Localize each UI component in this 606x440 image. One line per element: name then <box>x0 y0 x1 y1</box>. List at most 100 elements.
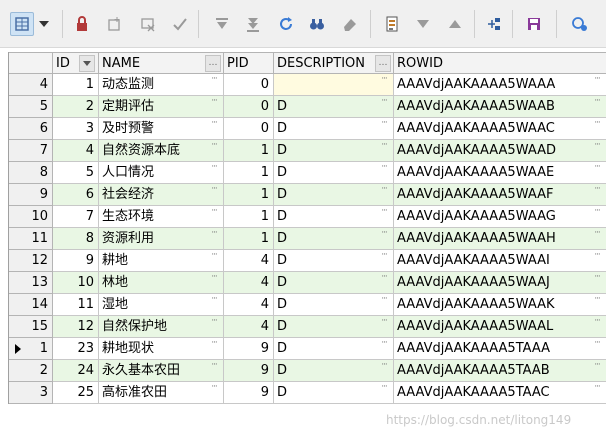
cell-name[interactable]: 高标准农田 ··· <box>99 382 224 404</box>
cell-rowid[interactable]: AAAVdjAAKAAAA5TAAC ··· <box>394 382 606 404</box>
table-row[interactable]: 5 2 定期评估 ··· 0 D ··· AAAVdjAAKAAAA5WAAB ··· <box>9 96 606 118</box>
cell-edit-button[interactable]: ··· <box>377 295 391 305</box>
cell-name[interactable]: 耕地 ··· <box>99 250 224 272</box>
cell-edit-button[interactable]: ··· <box>377 97 391 107</box>
cell-edit-button[interactable]: ··· <box>590 75 604 85</box>
cell-edit-button[interactable]: ··· <box>590 339 604 349</box>
row-number[interactable]: 9 <box>9 184 53 206</box>
cell-edit-button[interactable]: ··· <box>377 185 391 195</box>
cell-edit-button[interactable]: ··· <box>377 383 391 393</box>
cell-description[interactable]: D ··· <box>274 338 394 360</box>
cell-name[interactable]: 资源利用 ··· <box>99 228 224 250</box>
row-number[interactable]: 6 <box>9 118 53 140</box>
table-row[interactable]: 3 25 高标准农田 ··· 9 D ··· AAAVdjAAKAAAA5TAAC ··· <box>9 382 606 404</box>
cell-rowid[interactable]: AAAVdjAAKAAAA5WAAI ··· <box>394 250 606 272</box>
find-binoculars-icon[interactable] <box>305 12 329 36</box>
cell-name[interactable]: 动态监测 ··· <box>99 74 224 96</box>
cell-description[interactable]: ··· <box>274 74 394 96</box>
cell-name[interactable]: 林地 ··· <box>99 272 224 294</box>
tree-connect-icon[interactable] <box>482 12 506 36</box>
cell-name[interactable]: 社会经济 ··· <box>99 184 224 206</box>
cell-name[interactable]: 生态环境 ··· <box>99 206 224 228</box>
cell-name[interactable]: 永久基本农田 ··· <box>99 360 224 382</box>
cell-pid[interactable]: 4 <box>224 250 274 272</box>
lock-icon[interactable] <box>70 12 94 36</box>
table-row[interactable]: 12 9 耕地 ··· 4 D ··· AAAVdjAAKAAAA5WAAI ··· <box>9 250 606 272</box>
cell-edit-button[interactable]: ··· <box>207 207 221 217</box>
cell-id[interactable]: 4 <box>53 140 99 162</box>
cell-description[interactable]: D ··· <box>274 228 394 250</box>
cell-pid[interactable]: 4 <box>224 294 274 316</box>
export-icon[interactable] <box>380 12 404 36</box>
cell-edit-button[interactable]: ··· <box>377 339 391 349</box>
filter-all-icon[interactable] <box>241 12 265 36</box>
cell-pid[interactable]: 0 <box>224 74 274 96</box>
filter-down-icon[interactable] <box>210 12 234 36</box>
cell-name[interactable]: 人口情况 ··· <box>99 162 224 184</box>
cell-pid[interactable]: 1 <box>224 228 274 250</box>
grid-view-icon[interactable] <box>10 12 34 36</box>
cell-id[interactable]: 7 <box>53 206 99 228</box>
cell-edit-button[interactable]: ··· <box>590 185 604 195</box>
cell-pid[interactable]: 9 <box>224 338 274 360</box>
cell-name[interactable]: 及时预警 ··· <box>99 118 224 140</box>
cell-edit-button[interactable]: ··· <box>207 119 221 129</box>
cell-name[interactable]: 自然资源本底 ··· <box>99 140 224 162</box>
cell-rowid[interactable]: AAAVdjAAKAAAA5WAAA ··· <box>394 74 606 96</box>
cell-edit-button[interactable]: ··· <box>207 317 221 327</box>
cell-rowid[interactable]: AAAVdjAAKAAAA5WAAH ··· <box>394 228 606 250</box>
row-number[interactable]: 10 <box>9 206 53 228</box>
cell-edit-button[interactable]: ··· <box>590 295 604 305</box>
row-number[interactable]: 8 <box>9 162 53 184</box>
table-row[interactable]: 7 4 自然资源本底 ··· 1 D ··· AAAVdjAAKAAAA5WAAD ··· <box>9 140 606 162</box>
cell-pid[interactable]: 0 <box>224 96 274 118</box>
cell-description[interactable]: D ··· <box>274 272 394 294</box>
table-row[interactable]: 6 3 及时预警 ··· 0 D ··· AAAVdjAAKAAAA5WAAC ··· <box>9 118 606 140</box>
cell-description[interactable]: D ··· <box>274 184 394 206</box>
clear-eraser-icon[interactable] <box>338 12 362 36</box>
cell-id[interactable]: 2 <box>53 96 99 118</box>
save-disk-icon[interactable] <box>522 12 546 36</box>
cell-pid[interactable]: 1 <box>224 206 274 228</box>
cell-description[interactable]: D ··· <box>274 118 394 140</box>
cell-description[interactable]: D ··· <box>274 140 394 162</box>
cell-edit-button[interactable]: ··· <box>590 207 604 217</box>
cell-edit-button[interactable]: ··· <box>207 185 221 195</box>
cell-edit-button[interactable]: ··· <box>207 295 221 305</box>
cell-edit-button[interactable]: ··· <box>377 119 391 129</box>
table-row[interactable]: 9 6 社会经济 ··· 1 D ··· AAAVdjAAKAAAA5WAAF ··· <box>9 184 606 206</box>
cell-edit-button[interactable]: ··· <box>590 361 604 371</box>
cell-edit-button[interactable]: ··· <box>590 251 604 261</box>
cell-rowid[interactable]: AAAVdjAAKAAAA5WAAJ ··· <box>394 272 606 294</box>
column-header-name[interactable]: NAME … <box>99 52 224 74</box>
cell-edit-button[interactable]: ··· <box>377 207 391 217</box>
cell-edit-button[interactable]: ··· <box>590 141 604 151</box>
cell-edit-button[interactable]: ··· <box>590 317 604 327</box>
column-header-pid[interactable]: PID <box>224 52 274 74</box>
cell-description[interactable]: D ··· <box>274 360 394 382</box>
cell-edit-button[interactable]: ··· <box>207 339 221 349</box>
cell-name[interactable]: 湿地 ··· <box>99 294 224 316</box>
row-number[interactable]: 12 <box>9 250 53 272</box>
cell-id[interactable]: 11 <box>53 294 99 316</box>
column-menu-button[interactable]: … <box>375 55 391 72</box>
table-row[interactable]: 10 7 生态环境 ··· 1 D ··· AAAVdjAAKAAAA5WAAG ··· <box>9 206 606 228</box>
cell-name[interactable]: 自然保护地 ··· <box>99 316 224 338</box>
cell-edit-button[interactable]: ··· <box>207 273 221 283</box>
cell-rowid[interactable]: AAAVdjAAKAAAA5TAAA ··· <box>394 338 606 360</box>
table-row[interactable]: 8 5 人口情况 ··· 1 D ··· AAAVdjAAKAAAA5WAAE ··· <box>9 162 606 184</box>
row-number[interactable]: 5 <box>9 96 53 118</box>
refresh-icon[interactable] <box>274 12 298 36</box>
table-row[interactable]: 4 1 动态监测 ··· 0 ··· AAAVdjAAKAAAA5WAAA ··· <box>9 74 606 96</box>
cell-id[interactable]: 1 <box>53 74 99 96</box>
cell-pid[interactable]: 9 <box>224 382 274 404</box>
cell-edit-button[interactable]: ··· <box>207 361 221 371</box>
cell-rowid[interactable]: AAAVdjAAKAAAA5WAAD ··· <box>394 140 606 162</box>
cell-edit-button[interactable]: ··· <box>207 75 221 85</box>
cell-rowid[interactable]: AAAVdjAAKAAAA5WAAL ··· <box>394 316 606 338</box>
column-header-id[interactable]: ID <box>53 52 99 74</box>
cell-edit-button[interactable]: ··· <box>590 119 604 129</box>
table-row[interactable]: 11 8 资源利用 ··· 1 D ··· AAAVdjAAKAAAA5WAAH ··· <box>9 228 606 250</box>
table-row[interactable]: 13 10 林地 ··· 4 D ··· AAAVdjAAKAAAA5WAAJ ··· <box>9 272 606 294</box>
cell-edit-button[interactable]: ··· <box>590 97 604 107</box>
